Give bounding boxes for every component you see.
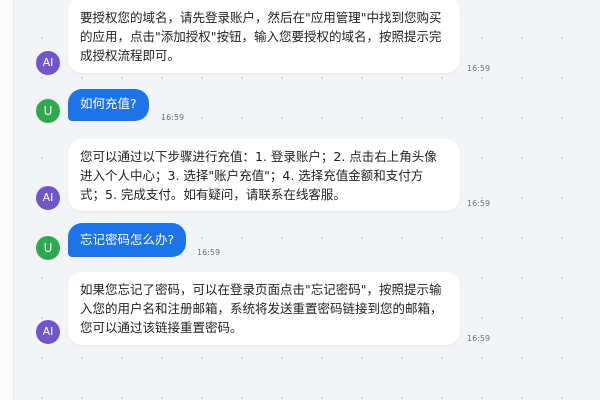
ai-message-bubble: 要授权您的域名，请先登录账户，然后在"应用管理"中找到您购买的应用，点击"添加授…: [68, 0, 460, 73]
ai-message-bubble: 如果您忘记了密码，可以在登录页面点击"忘记密码"，按照提示输入您的用户名和注册邮…: [68, 272, 460, 345]
ai-avatar: AI: [36, 320, 60, 344]
user-avatar: U: [36, 99, 60, 123]
user-message-bubble: 如何充值?: [68, 89, 149, 121]
ai-message-bubble: 您可以通过以下步骤进行充值：1. 登录账户；2. 点击右上角头像进入个人中心；3…: [68, 139, 460, 211]
ai-avatar: AI: [36, 186, 60, 210]
message-time: 16:59: [467, 64, 491, 73]
ai-avatar: AI: [36, 51, 60, 75]
message-time: 16:59: [161, 113, 185, 122]
message-time: 16:59: [197, 248, 221, 257]
user-message-bubble: 忘记密码怎么办?: [68, 223, 187, 257]
sidebar-edge: [0, 0, 14, 400]
message-time: 16:59: [467, 334, 491, 343]
message-time: 16:59: [467, 199, 491, 208]
user-avatar: U: [36, 236, 60, 260]
